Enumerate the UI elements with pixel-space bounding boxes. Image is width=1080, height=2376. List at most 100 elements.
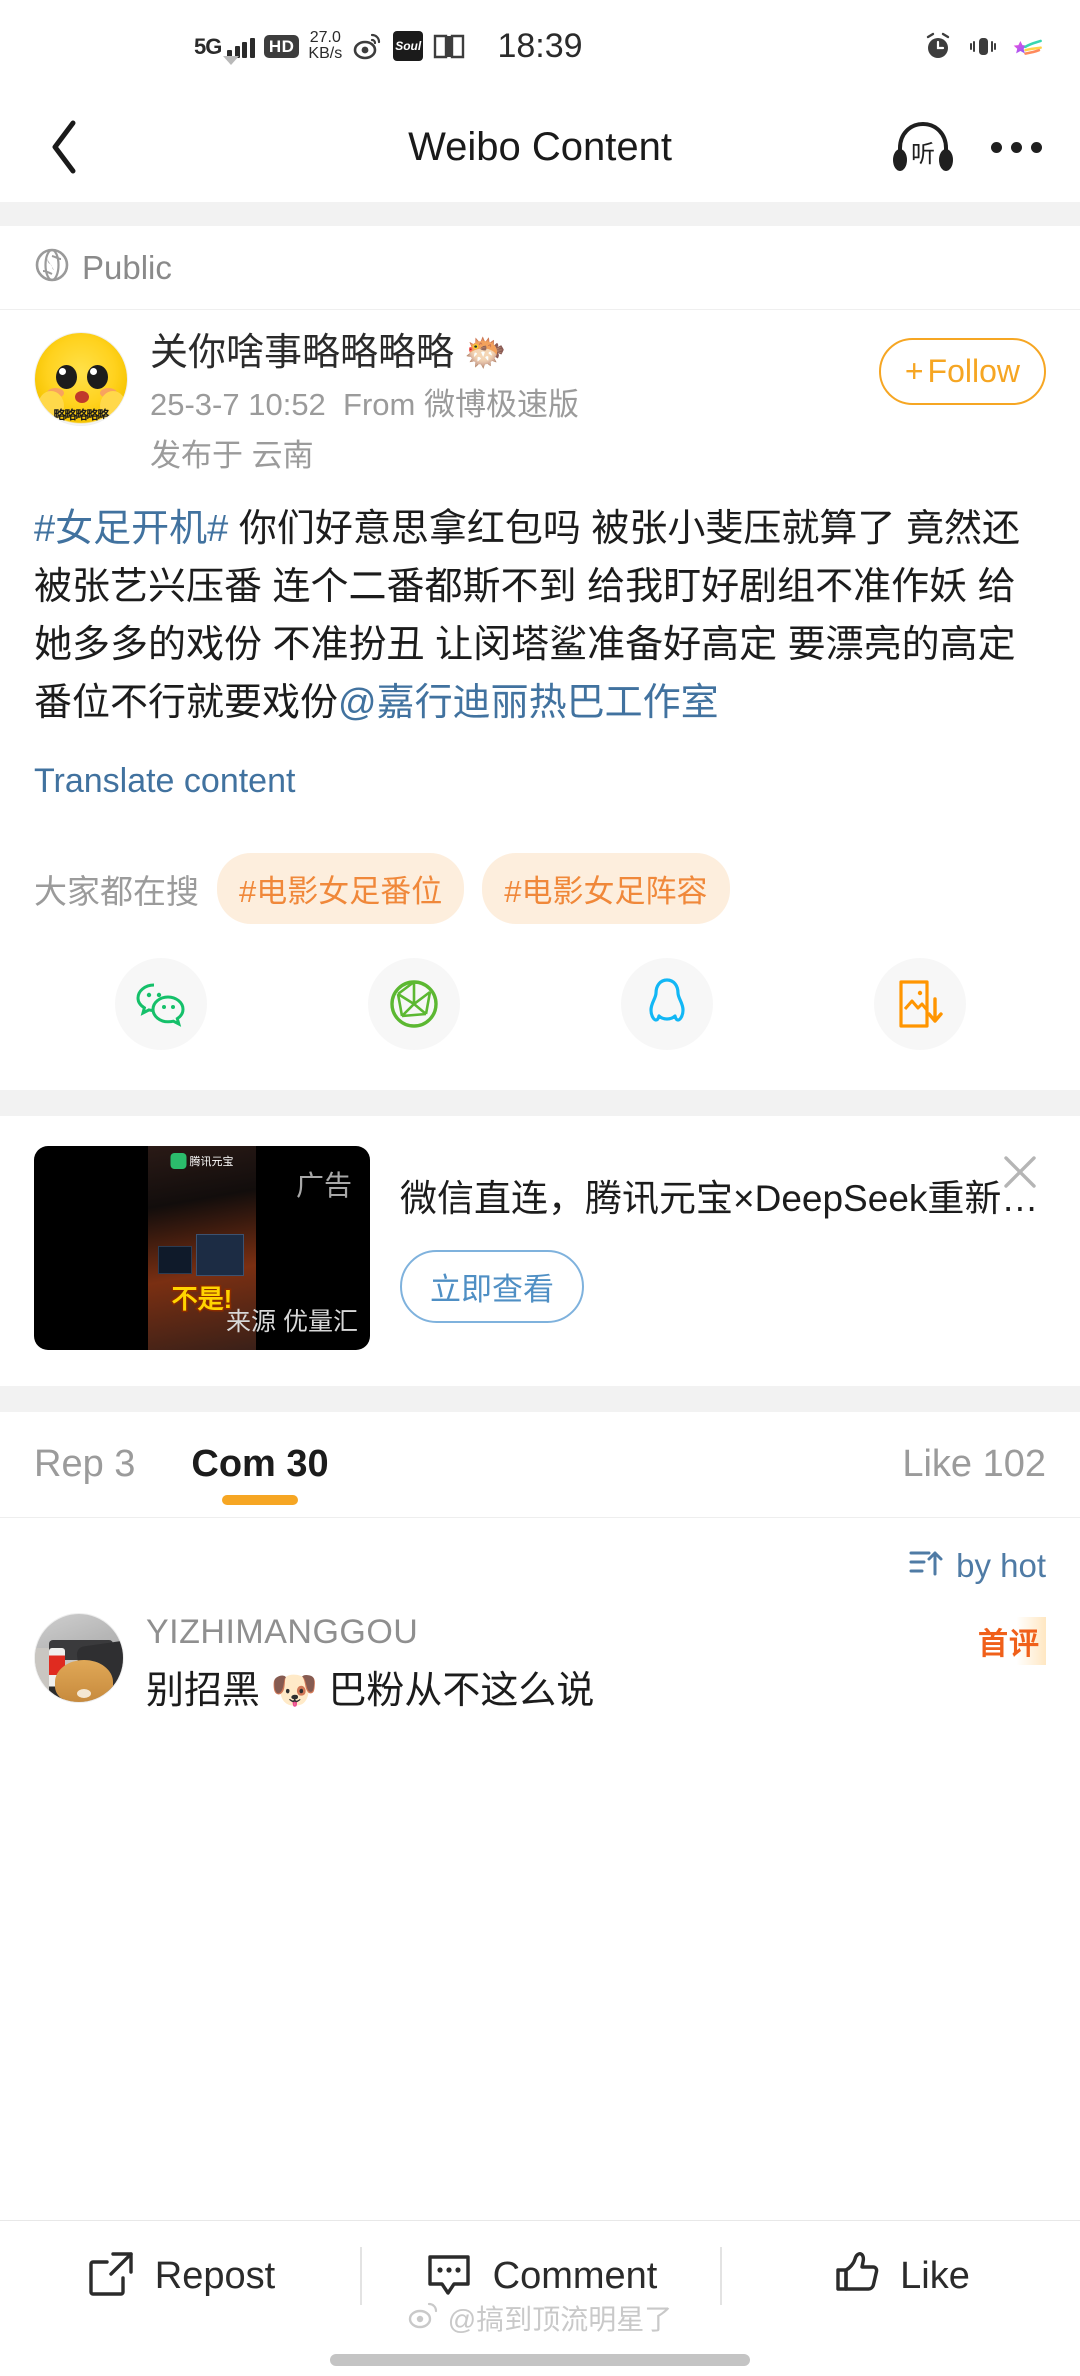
blowfish-icon: 🐡 (464, 334, 507, 373)
ad-card[interactable]: 腾讯元宝 不是! 广告 来源 优量汇 微信直连，腾讯元宝×DeepSeek重新…… (0, 1116, 1080, 1387)
share-item-wechat-moments[interactable] (287, 958, 540, 1051)
post-from-prefix: From (343, 386, 416, 422)
follow-button[interactable]: + Follow (878, 338, 1046, 405)
post-timestamp: 25-3-7 10:52 (150, 386, 326, 422)
visibility-label: Public (82, 248, 172, 286)
ad-content: 微信直连，腾讯元宝×DeepSeek重新… 立即查看 (400, 1146, 1046, 1324)
section-divider-ad (0, 1090, 1080, 1117)
listen-icon[interactable]: 听 (889, 113, 957, 181)
status-bar-left: 5G HD 27.0 KB/s Soul (194, 28, 465, 65)
avatar-caption: 略略略略略 (53, 408, 109, 422)
post-mention[interactable]: @嘉行迪丽热巴工作室 (338, 682, 719, 724)
share-item-save-image[interactable] (793, 958, 1046, 1051)
like-button[interactable]: Like (720, 2221, 1080, 2331)
thumbs-up-icon (830, 2248, 882, 2305)
comment-author[interactable]: YIZHIMANGGOU (146, 1613, 1046, 1652)
back-button[interactable] (34, 117, 94, 177)
soul-icon: Soul (392, 30, 424, 62)
bottom-action-bar: Repost Comment Like @搞到顶流明星了 (0, 2220, 1080, 2376)
comment-text: 别招黑 🐶 巴粉从不这么说 (146, 1670, 595, 1713)
post-header: 略略略略略 关你啥事略略略略 🐡 25-3-7 10:52 From 微博极速版… (34, 310, 1046, 475)
listen-label-text: 听 (911, 140, 935, 168)
post-author-meta: 关你啥事略略略略 🐡 25-3-7 10:52 From 微博极速版 发布于 云… (150, 332, 879, 475)
hd-badge: HD (263, 34, 300, 58)
speed-value: 27.0 (309, 28, 341, 46)
follow-label: Follow (927, 353, 1020, 389)
ad-title: 微信直连，腾讯元宝×DeepSeek重新… (400, 1178, 1039, 1220)
ad-thumbnail[interactable]: 腾讯元宝 不是! 广告 来源 优量汇 (34, 1146, 370, 1351)
status-bar-right (922, 30, 1044, 62)
trending-chip-1[interactable]: #电影女足番位 (217, 853, 465, 925)
tab-repost[interactable]: Rep 3 (34, 1412, 135, 1517)
book-icon (433, 30, 465, 62)
section-divider-top (0, 202, 1080, 226)
signal-arrow-icon (223, 56, 240, 65)
comment-avatar[interactable] (34, 1613, 124, 1704)
trending-chip-2[interactable]: #电影女足阵容 (482, 853, 730, 925)
alarm-icon (922, 30, 954, 62)
comment-item[interactable]: YIZHIMANGGOU 别招黑 🐶 巴粉从不这么说 首评 (0, 1595, 1080, 1718)
repost-button[interactable]: Repost (0, 2221, 360, 2331)
soul-label: Soul (393, 31, 424, 61)
visibility-row[interactable]: Public (0, 226, 1080, 310)
signal-bars-icon (227, 34, 255, 58)
comment-body: YIZHIMANGGOU 别招黑 🐶 巴粉从不这么说 (146, 1613, 1046, 1717)
sort-row: by hot (0, 1518, 1080, 1596)
author-name: 关你啥事略略略略 (150, 332, 455, 374)
sort-label[interactable]: by hot (956, 1547, 1046, 1585)
close-icon[interactable] (994, 1146, 1046, 1198)
signal-indicator: 5G (194, 34, 255, 65)
wechat-icon (114, 958, 207, 1051)
vibrate-icon (967, 30, 999, 62)
ad-brand-icon (170, 1153, 187, 1170)
network-type-label: 5G (194, 34, 222, 60)
tab-comment[interactable]: Com 30 (191, 1412, 328, 1517)
avatar[interactable]: 略略略略略 (34, 332, 128, 426)
follow-plus-icon: + (904, 353, 924, 389)
post-location: 发布于 云南 (150, 438, 314, 474)
tab-like[interactable]: Like 102 (902, 1412, 1046, 1517)
post-hashtag[interactable]: #女足开机# (34, 508, 228, 550)
trending-searches: 大家都在搜 #电影女足番位 #电影女足阵容 (0, 801, 1080, 925)
author-name-row[interactable]: 关你啥事略略略略 🐡 (150, 332, 879, 376)
ad-overlay-text: 不是! (170, 1283, 234, 1316)
weibo-icon (351, 30, 383, 62)
translate-link[interactable]: Translate content (34, 762, 1046, 801)
comment-label: Comment (492, 2254, 658, 2297)
network-speed: 27.0 KB/s (308, 28, 343, 63)
sort-icon[interactable] (908, 1546, 948, 1585)
section-divider-tabs (0, 1386, 1080, 1413)
share-item-wechat[interactable] (34, 958, 287, 1051)
status-bar: 5G HD 27.0 KB/s Soul 18:39 (0, 0, 1080, 92)
ad-cta-button[interactable]: 立即查看 (400, 1250, 584, 1324)
qq-icon (620, 958, 713, 1051)
like-label: Like (900, 2254, 970, 2297)
rainbow-icon (1012, 30, 1044, 62)
nav-bar: Weibo Content 听 (0, 92, 1080, 202)
repost-label: Repost (154, 2254, 276, 2297)
comment-icon (423, 2248, 475, 2305)
status-bar-clock: 18:39 (497, 26, 583, 65)
ad-badge: 广告 (295, 1170, 352, 1202)
ad-brand-tag: 腾讯元宝 (170, 1153, 234, 1170)
repost-icon (85, 2248, 137, 2305)
post-source: 微博极速版 (424, 386, 579, 422)
post-body: #女足开机# 你们好意思拿红包吗 被张小斐压就算了 竟然还被张艺兴压番 连个二番… (34, 501, 1046, 732)
post-container: 略略略略略 关你啥事略略略略 🐡 25-3-7 10:52 From 微博极速版… (0, 310, 1080, 802)
save-image-icon (873, 958, 966, 1051)
nav-bar-actions: 听 (889, 113, 1046, 181)
home-indicator (330, 2354, 750, 2366)
share-item-qq[interactable] (540, 958, 793, 1051)
ad-source-label: 来源 优量汇 (226, 1308, 358, 1337)
ad-brand-label: 腾讯元宝 (189, 1156, 234, 1169)
speed-unit: KB/s (308, 45, 343, 62)
first-comment-badge: 首评 (972, 1617, 1046, 1666)
globe-icon (34, 247, 70, 288)
more-options-button[interactable] (987, 132, 1046, 163)
post-timestamp-source: 25-3-7 10:52 From 微博极速版 (150, 386, 879, 425)
comment-button[interactable]: Comment (360, 2221, 720, 2331)
interaction-tabs: Rep 3 Com 30 Like 102 (0, 1412, 1080, 1519)
wechat-moments-icon (367, 958, 460, 1051)
trending-label: 大家都在搜 (34, 872, 199, 910)
share-row (0, 924, 1080, 1091)
